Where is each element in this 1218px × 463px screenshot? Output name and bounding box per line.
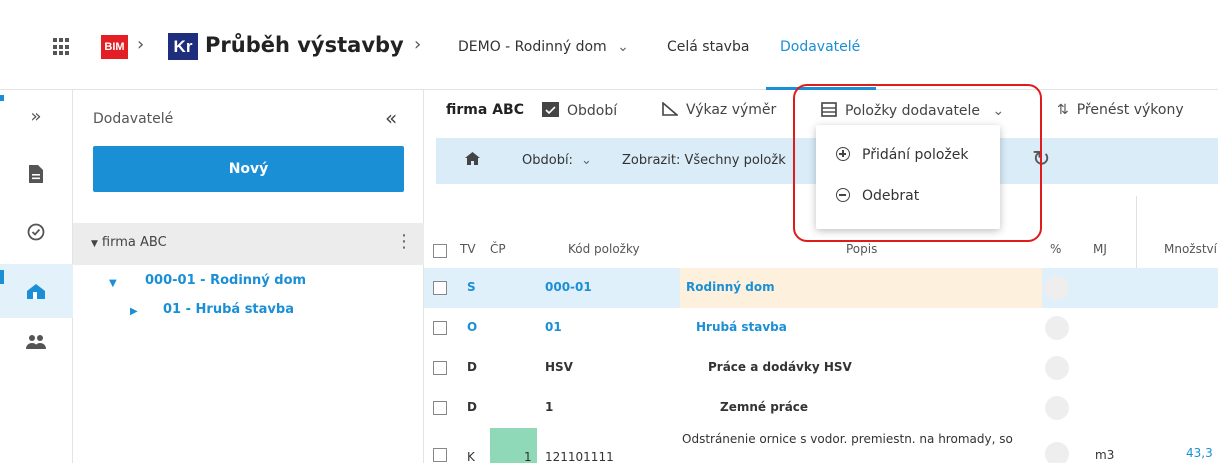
filter-obdobi[interactable]: Období: ⌄ bbox=[522, 153, 592, 168]
menu-item-odebrat[interactable]: Odebrat bbox=[836, 188, 919, 204]
calendar-icon bbox=[542, 102, 559, 119]
bim-logo[interactable]: BIM bbox=[101, 35, 128, 59]
row-percent-indicator bbox=[1045, 276, 1069, 300]
home-suppliers-icon[interactable] bbox=[18, 273, 54, 309]
polozky-dropdown-menu: Přidání položek Odebrat bbox=[816, 125, 1000, 229]
toolbar-obdobi-button[interactable]: Období bbox=[542, 102, 617, 119]
users-icon[interactable] bbox=[18, 324, 54, 360]
row-cp: 1 bbox=[524, 450, 532, 463]
row-checkbox[interactable] bbox=[433, 448, 447, 462]
toolbar-prenest-button[interactable]: ⇅ Přenést výkony bbox=[1057, 102, 1184, 118]
more-options-icon[interactable]: ⋮ bbox=[395, 231, 413, 252]
rail-edge-mark bbox=[0, 95, 4, 101]
select-all-checkbox[interactable] bbox=[433, 244, 447, 258]
caret-down-icon: ▼ bbox=[91, 239, 98, 249]
col-percent[interactable]: % bbox=[1050, 242, 1061, 256]
caret-down-icon[interactable]: ▼ bbox=[109, 278, 117, 289]
row-desc: Zemné práce bbox=[720, 400, 809, 414]
collapse-sidebar-icon[interactable]: « bbox=[385, 106, 397, 130]
col-cp[interactable]: ČP bbox=[490, 242, 506, 256]
document-icon[interactable] bbox=[18, 156, 54, 192]
tree-root-label: ▼ firma ABC bbox=[91, 235, 167, 250]
col-mnozstvi[interactable]: Množství bbox=[1164, 242, 1217, 256]
filter-zobrazit[interactable]: Zobrazit: Všechny položk bbox=[622, 153, 786, 168]
row-code: 000-01 bbox=[545, 280, 592, 294]
top-bar: BIM › Kr Průběh výstavby › DEMO - Rodinn… bbox=[0, 0, 1218, 90]
tree-node-hruba-stavba[interactable]: 01 - Hrubá stavba bbox=[163, 302, 294, 317]
row-tv: K bbox=[467, 450, 475, 463]
home-icon[interactable] bbox=[464, 150, 481, 171]
sync-check-icon[interactable] bbox=[18, 214, 54, 250]
list-icon bbox=[821, 102, 837, 119]
row-tv: D bbox=[467, 400, 477, 414]
row-percent-indicator bbox=[1045, 396, 1069, 420]
col-kod[interactable]: Kód položky bbox=[568, 242, 640, 256]
row-checkbox[interactable] bbox=[433, 281, 447, 295]
table-row[interactable]: K 1 121101111 Odstránenie ornice s vodor… bbox=[424, 428, 1218, 463]
menu-item-pridani[interactable]: Přidání položek bbox=[836, 147, 969, 163]
icon-rail: » bbox=[0, 90, 73, 463]
row-checkbox[interactable] bbox=[433, 401, 447, 415]
tree-root-row[interactable]: ▼ firma ABC ⋮ bbox=[73, 223, 424, 265]
chevron-down-icon: ⌄ bbox=[992, 103, 1005, 119]
table-row[interactable]: S 000-01 Rodinný dom bbox=[424, 268, 1218, 308]
nav-cela-stavba[interactable]: Celá stavba bbox=[667, 39, 749, 55]
toolbar-polozky-button[interactable]: Položky dodavatele ⌄ bbox=[821, 102, 1004, 119]
row-percent-indicator bbox=[1045, 442, 1069, 463]
col-mj[interactable]: MJ bbox=[1093, 242, 1107, 256]
row-tv: D bbox=[467, 360, 477, 374]
row-qty: 43,3 bbox=[1186, 446, 1213, 460]
nav-project[interactable]: DEMO - Rodinný dom ⌄ bbox=[458, 39, 629, 55]
row-percent-indicator bbox=[1045, 316, 1069, 340]
table-row[interactable]: O 01 Hrubá stavba bbox=[424, 308, 1218, 348]
app-title: Průběh výstavby bbox=[205, 33, 404, 57]
refresh-icon[interactable]: ↻ bbox=[1032, 147, 1050, 172]
chevron-down-icon: ⌄ bbox=[580, 153, 592, 168]
rail-edge-mark bbox=[0, 270, 4, 284]
transfer-arrows-icon: ⇅ bbox=[1057, 102, 1069, 118]
row-percent-indicator bbox=[1045, 356, 1069, 380]
ruler-icon bbox=[662, 101, 680, 118]
row-code: 1 bbox=[545, 400, 554, 414]
chevron-down-icon: ⌄ bbox=[617, 39, 629, 55]
row-tv: S bbox=[467, 280, 476, 294]
row-mj: m3 bbox=[1095, 448, 1115, 462]
minus-circle-icon bbox=[836, 188, 850, 202]
apps-grid-icon[interactable] bbox=[53, 38, 71, 56]
suppliers-sidebar: Dodavatelé « Nový ▼ firma ABC ⋮ ▼ 000-01 … bbox=[73, 90, 424, 463]
col-tv[interactable]: TV bbox=[460, 242, 476, 256]
row-checkbox[interactable] bbox=[433, 321, 447, 335]
sidebar-title: Dodavatelé bbox=[93, 111, 174, 127]
row-code: 01 bbox=[545, 320, 562, 334]
row-desc: Práce a dodávky HSV bbox=[708, 360, 852, 374]
row-tv: O bbox=[467, 320, 478, 334]
table-header: TV ČP Kód položky Popis % MJ Množství bbox=[424, 234, 1218, 268]
plus-circle-icon bbox=[836, 147, 850, 161]
row-desc: Odstránenie ornice s vodor. premiestn. n… bbox=[682, 432, 1013, 446]
row-desc: Hrubá stavba bbox=[696, 320, 787, 334]
kr-logo[interactable]: Kr bbox=[168, 33, 198, 60]
caret-right-icon[interactable]: ▶ bbox=[130, 306, 138, 317]
tree-node-rodinny-dom[interactable]: 000-01 - Rodinný dom bbox=[145, 273, 306, 288]
row-code: HSV bbox=[545, 360, 573, 374]
col-popis[interactable]: Popis bbox=[846, 242, 877, 256]
table-row[interactable]: D 1 Zemné práce bbox=[424, 388, 1218, 428]
expand-icon[interactable]: » bbox=[18, 98, 54, 134]
toolbar-vykaz-button[interactable]: Výkaz výměr bbox=[662, 101, 776, 118]
chevron-right-icon: › bbox=[414, 34, 422, 55]
chevron-right-icon: › bbox=[137, 34, 145, 55]
table-row[interactable]: D HSV Práce a dodávky HSV bbox=[424, 348, 1218, 388]
new-supplier-button[interactable]: Nový bbox=[93, 146, 404, 192]
row-checkbox[interactable] bbox=[433, 361, 447, 375]
row-code: 121101111 bbox=[545, 450, 614, 463]
row-desc: Rodinný dom bbox=[686, 280, 775, 294]
toolbar-firma[interactable]: firma ABC bbox=[446, 102, 524, 118]
nav-dodavatele[interactable]: Dodavatelé bbox=[780, 39, 860, 55]
